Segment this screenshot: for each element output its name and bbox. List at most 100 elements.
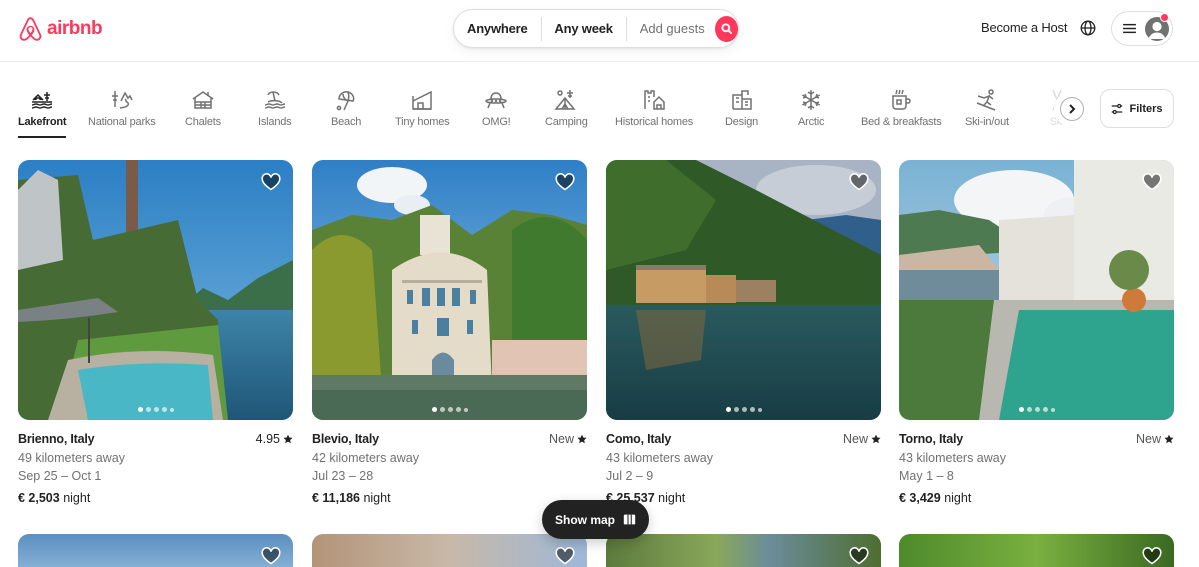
airbnb-logo[interactable]: airbnb (18, 16, 103, 42)
carousel-dot (733, 407, 739, 412)
map-icon (623, 514, 636, 525)
tiny-home-icon (412, 90, 432, 110)
tent-icon (554, 90, 576, 110)
heart-favorite-icon[interactable] (555, 172, 575, 192)
listing-title: Torno, Italy (899, 432, 964, 446)
listing-photo[interactable] (899, 160, 1174, 420)
listing-price: € 2,503 night (18, 489, 293, 508)
listing-image-brienno (18, 160, 293, 420)
price-unit: night (944, 490, 972, 505)
heart-favorite-icon[interactable] (1142, 546, 1162, 566)
chalet-icon (192, 91, 214, 109)
price-unit: night (363, 490, 391, 505)
heart-favorite-icon[interactable] (555, 546, 575, 566)
listing-info: Torno, Italy New 43 kilometers away May … (899, 430, 1174, 507)
category-national-parks[interactable]: National parks (88, 88, 156, 128)
heart-favorite-icon[interactable] (849, 172, 869, 192)
chevron-right-icon (1069, 104, 1076, 114)
heart-favorite-icon[interactable] (849, 546, 869, 566)
airbnb-logo-icon (19, 17, 42, 41)
carousel-dot (447, 407, 453, 412)
listing-card[interactable]: Brienno, Italy 4.95 49 kilometers away S… (18, 160, 293, 507)
price-amount: € 2,503 (18, 490, 60, 505)
carousel-dot (153, 407, 159, 412)
category-historical-homes[interactable]: Historical homes (615, 88, 693, 128)
listing-photo[interactable] (18, 160, 293, 420)
listing-title: Brienno, Italy (18, 432, 95, 446)
listing-dates: Sep 25 – Oct 1 (18, 469, 102, 483)
category-camping[interactable]: Camping (545, 88, 588, 128)
category-islands[interactable]: Islands (258, 88, 292, 128)
category-label: Arctic (798, 116, 825, 128)
category-lakefront[interactable]: Lakefront (18, 88, 67, 138)
heart-favorite-icon[interactable] (1142, 172, 1162, 192)
globe-icon[interactable] (1080, 20, 1096, 36)
star-icon (577, 434, 587, 444)
listing-photo[interactable] (606, 160, 881, 420)
price-unit: night (63, 490, 91, 505)
listing-card[interactable]: Como, Italy New 43 kilometers away Jul 2… (606, 160, 881, 507)
listing-card[interactable]: Torno, Italy New 43 kilometers away May … (899, 160, 1174, 507)
listing-card-partial[interactable] (899, 534, 1174, 567)
carousel-dot (161, 407, 167, 412)
search-where-button[interactable]: Anywhere (454, 17, 541, 41)
price-amount: € 3,429 (899, 490, 941, 505)
carousel-dot (1026, 407, 1032, 412)
search-submit-button[interactable] (714, 15, 738, 42)
show-map-button[interactable]: Show map (542, 500, 649, 539)
category-design[interactable]: Design (725, 88, 758, 128)
listing-dates: May 1 – 8 (899, 469, 954, 483)
filters-sliders-icon (1112, 103, 1123, 114)
star-icon (871, 434, 881, 444)
listing-rating: New (549, 430, 587, 449)
category-arctic[interactable]: Arctic (798, 88, 825, 128)
listing-card-partial[interactable] (312, 534, 587, 567)
carousel-dot (169, 407, 174, 412)
categories-next-button[interactable] (1060, 97, 1084, 121)
category-beach[interactable]: Beach (331, 88, 361, 128)
carousel-dot (757, 407, 762, 412)
become-host-link[interactable]: Become a Host (981, 20, 1067, 35)
listing-info: Brienno, Italy 4.95 49 kilometers away S… (18, 430, 293, 507)
carousel-dot (1018, 407, 1024, 412)
airbnb-wordmark: airbnb (47, 18, 103, 39)
listing-photo[interactable] (312, 160, 587, 420)
notification-badge (1160, 13, 1169, 22)
island-icon (264, 91, 285, 109)
national-parks-icon (111, 91, 133, 109)
listing-info: Como, Italy New 43 kilometers away Jul 2… (606, 430, 881, 507)
heart-favorite-icon[interactable] (261, 546, 281, 566)
category-label: Design (725, 116, 759, 128)
category-label: Lakefront (18, 116, 67, 128)
photo-carousel-dots (18, 407, 293, 412)
category-bed-breakfasts[interactable]: Bed & breakfasts (861, 88, 942, 128)
listing-image-como (606, 160, 881, 420)
search-bar[interactable]: Anywhere Any week Add guests (453, 9, 739, 48)
listing-price: € 11,186 night (312, 489, 587, 508)
filters-button[interactable]: Filters (1100, 89, 1174, 128)
heart-favorite-icon[interactable] (261, 172, 281, 192)
hamburger-menu-icon (1123, 23, 1136, 34)
category-label: National parks (88, 116, 156, 128)
listing-card[interactable]: Blevio, Italy New 42 kilometers away Jul… (312, 160, 587, 507)
category-chalets[interactable]: Chalets (185, 88, 221, 128)
category-label: OMG! (482, 116, 511, 128)
listing-distance: 43 kilometers away (899, 450, 1006, 465)
category-tiny-homes[interactable]: Tiny homes (395, 88, 450, 128)
photo-carousel-dots (899, 407, 1174, 412)
price-amount: € 11,186 (312, 490, 360, 505)
mug-icon (892, 89, 912, 110)
carousel-dot (1050, 407, 1055, 412)
listing-card-partial[interactable] (18, 534, 293, 567)
search-guests-button[interactable]: Add guests (627, 17, 713, 41)
carousel-dot (1042, 407, 1048, 412)
photo-carousel-dots (312, 407, 587, 412)
category-label: Historical homes (615, 116, 694, 128)
category-label: Beach (331, 116, 362, 128)
category-omg[interactable]: OMG! (482, 88, 511, 128)
search-when-button[interactable]: Any week (541, 17, 625, 41)
listing-card-partial[interactable] (606, 534, 881, 567)
category-ski-in-out[interactable]: Ski-in/out (965, 88, 1009, 128)
category-label: Tiny homes (395, 116, 450, 128)
listing-dates: Jul 23 – 28 (312, 469, 374, 483)
